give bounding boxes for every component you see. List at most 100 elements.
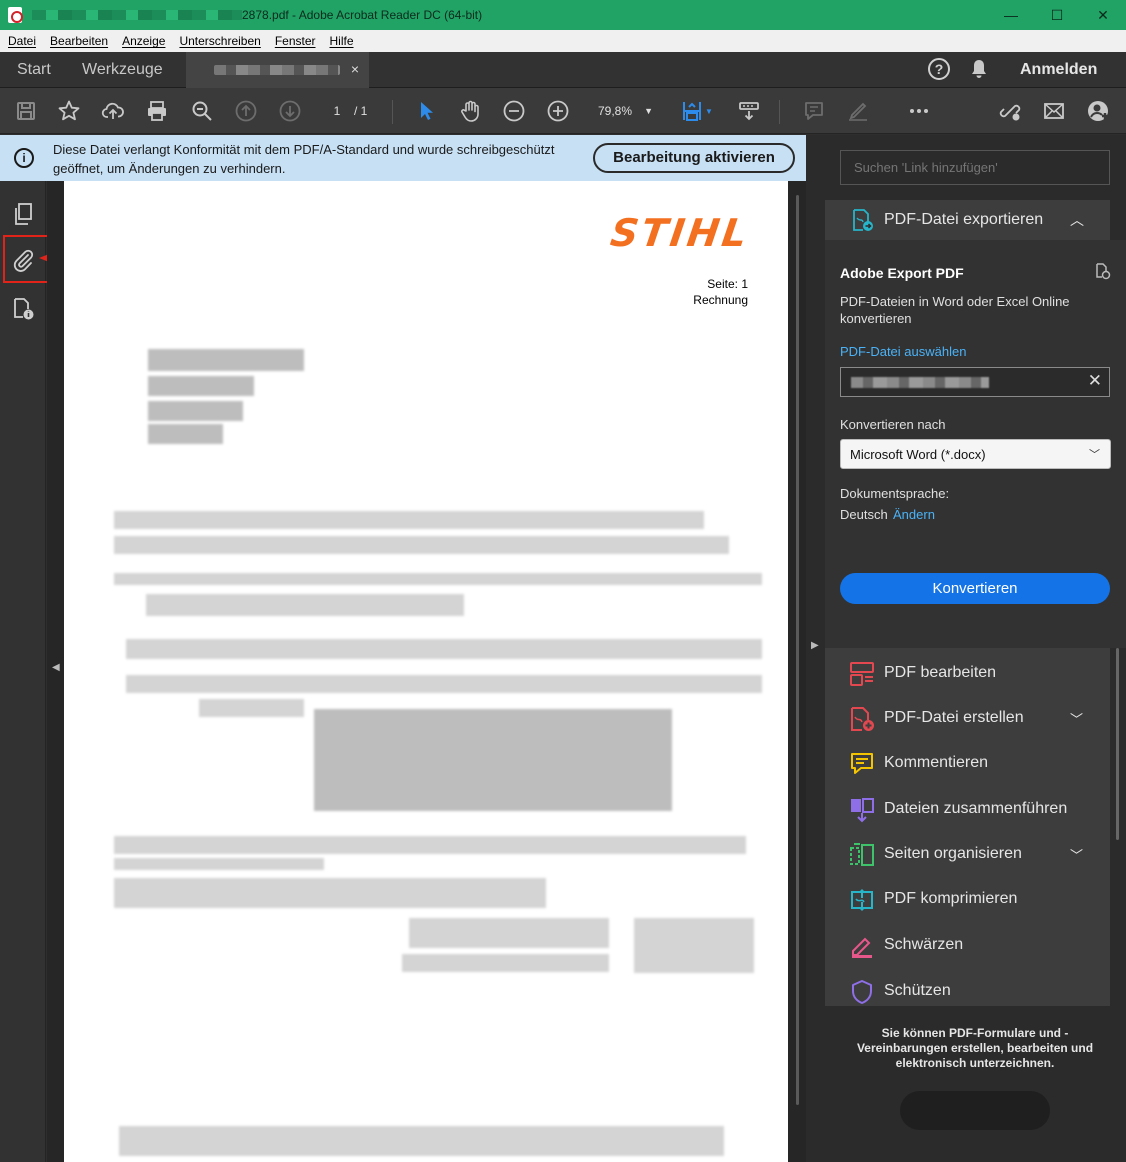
combine-files-icon: [849, 797, 875, 823]
highlight-pen-icon[interactable]: [845, 98, 871, 124]
protect-shield-icon: [849, 979, 875, 1005]
redacted-block: [314, 709, 672, 811]
menu-file[interactable]: Datei: [8, 34, 36, 48]
redacted-block: [114, 878, 546, 908]
document-language-label: Dokumentsprache:: [840, 486, 950, 501]
hand-tool-icon[interactable]: [457, 98, 483, 124]
bookmark-star-icon[interactable]: [56, 98, 82, 124]
tab-tools[interactable]: Werkzeuge: [82, 61, 163, 79]
page-meta: Seite: 1 Rechnung: [693, 276, 748, 308]
redacted-block: [126, 675, 762, 693]
tools-search-input[interactable]: [840, 150, 1110, 185]
tool-label: Schützen: [884, 982, 951, 999]
page-number-input[interactable]: 1: [322, 101, 352, 121]
tab-start[interactable]: Start: [17, 61, 51, 79]
help-icon[interactable]: ?: [928, 58, 950, 80]
redacted-filename: [32, 10, 242, 20]
info-icon: i: [14, 148, 34, 168]
document-scrollbar[interactable]: [796, 195, 799, 1105]
document-properties-icon[interactable]: [11, 297, 35, 321]
chevron-up-icon[interactable]: ︿: [1070, 210, 1084, 230]
more-tools-icon[interactable]: [906, 98, 932, 124]
redacted-block: [114, 511, 704, 529]
change-language-link[interactable]: Ändern: [893, 507, 935, 522]
enable-editing-button[interactable]: Bearbeitung aktivieren: [593, 143, 795, 173]
organize-pages-icon: [849, 842, 875, 868]
zoom-out-icon[interactable]: [501, 98, 527, 124]
tool-label: PDF-Datei erstellen: [884, 709, 1024, 726]
save-icon[interactable]: [13, 98, 39, 124]
tool-organize-pages[interactable]: Seiten organisieren ﹀: [825, 832, 1110, 876]
minimize-button[interactable]: —: [988, 0, 1034, 30]
sign-in-button[interactable]: Anmelden: [1020, 61, 1097, 79]
promo-button[interactable]: [900, 1091, 1050, 1130]
window-title-text: 2878.pdf - Adobe Acrobat Reader DC (64-b…: [242, 8, 483, 22]
comment-tool-icon[interactable]: [801, 98, 827, 124]
email-icon[interactable]: [1041, 98, 1067, 124]
zoom-level-dropdown[interactable]: 79,8% ▼: [589, 101, 659, 121]
collapse-right-pane-icon[interactable]: ▶: [811, 640, 819, 651]
redacted-block: [409, 918, 609, 948]
select-pdf-file-link[interactable]: PDF-Datei auswählen: [840, 344, 966, 359]
chevron-down-icon[interactable]: ﹀: [1070, 845, 1083, 864]
export-settings-icon[interactable]: [1093, 262, 1111, 280]
export-pdf-header[interactable]: PDF-Datei exportieren ︿: [825, 200, 1110, 240]
pdf-page: STIHL Seite: 1 Rechnung: [64, 181, 788, 1162]
convert-button[interactable]: Konvertieren: [840, 573, 1110, 604]
close-window-button[interactable]: ✕: [1080, 0, 1126, 30]
scroll-mode-icon[interactable]: [736, 98, 762, 124]
document-type-label: Rechnung: [693, 293, 748, 307]
tool-create-pdf[interactable]: PDF-Datei erstellen ﹀: [825, 696, 1110, 740]
menu-view[interactable]: Anzeige: [122, 34, 165, 48]
tool-edit-pdf[interactable]: PDF bearbeiten: [825, 651, 1110, 695]
redacted-block: [148, 424, 223, 444]
menu-edit[interactable]: Bearbeiten: [50, 34, 108, 48]
page-total: / 1: [354, 104, 368, 118]
tool-redact[interactable]: Schwärzen: [825, 923, 1110, 967]
redact-icon: [849, 933, 875, 959]
redacted-block: [402, 954, 609, 972]
page-thumbnails-icon[interactable]: [11, 202, 35, 226]
menu-help[interactable]: Hilfe: [330, 34, 354, 48]
tools-pane-scrollbar[interactable]: [1116, 648, 1119, 840]
tool-combine-files[interactable]: Dateien zusammenführen: [825, 787, 1110, 831]
document-language-value: Deutsch: [840, 507, 888, 522]
notifications-bell-icon[interactable]: [970, 59, 988, 79]
tool-comment[interactable]: Kommentieren: [825, 741, 1110, 785]
redacted-block: [199, 699, 304, 717]
tool-compress-pdf[interactable]: PDF komprimieren: [825, 877, 1110, 921]
redacted-block: [114, 858, 324, 870]
select-cursor-icon[interactable]: [413, 98, 439, 124]
page-fit-caret-icon[interactable]: ▼: [703, 98, 715, 124]
close-tab-icon[interactable]: ×: [351, 61, 359, 77]
share-link-icon[interactable]: [997, 98, 1023, 124]
create-pdf-icon: [849, 706, 875, 732]
chevron-down-icon[interactable]: ﹀: [1070, 709, 1083, 728]
redacted-block: [114, 536, 729, 554]
toolbar-divider: [392, 100, 393, 124]
upload-cloud-icon[interactable]: [100, 98, 126, 124]
export-pdf-icon: [850, 208, 874, 232]
menu-sign[interactable]: Unterschreiben: [179, 34, 260, 48]
redacted-block: [119, 1126, 724, 1156]
collapse-left-pane-icon[interactable]: ◀: [52, 662, 60, 673]
menu-window[interactable]: Fenster: [275, 34, 316, 48]
clear-file-icon[interactable]: ✕: [1088, 371, 1102, 391]
tab-document[interactable]: ×: [186, 52, 369, 88]
print-icon[interactable]: [144, 98, 170, 124]
page-fit-icon[interactable]: [679, 98, 705, 124]
maximize-button[interactable]: ☐: [1034, 0, 1080, 30]
format-select[interactable]: Microsoft Word (*.docx) ﹀: [840, 439, 1111, 469]
zoom-level-value: 79,8%: [598, 104, 633, 118]
zoom-in-icon[interactable]: [545, 98, 571, 124]
previous-page-icon[interactable]: [233, 98, 259, 124]
add-user-icon[interactable]: [1085, 98, 1111, 124]
redacted-block: [148, 349, 304, 371]
menu-bar: Datei Bearbeiten Anzeige Unterschreiben …: [0, 30, 1126, 52]
toolbar-divider: [779, 100, 780, 124]
selected-file-field[interactable]: ✕: [840, 367, 1110, 397]
tool-protect[interactable]: Schützen: [825, 969, 1110, 1013]
next-page-icon[interactable]: [277, 98, 303, 124]
export-panel-description: PDF-Dateien in Word oder Excel Online ko…: [840, 294, 1070, 326]
zoom-search-icon[interactable]: [189, 98, 215, 124]
